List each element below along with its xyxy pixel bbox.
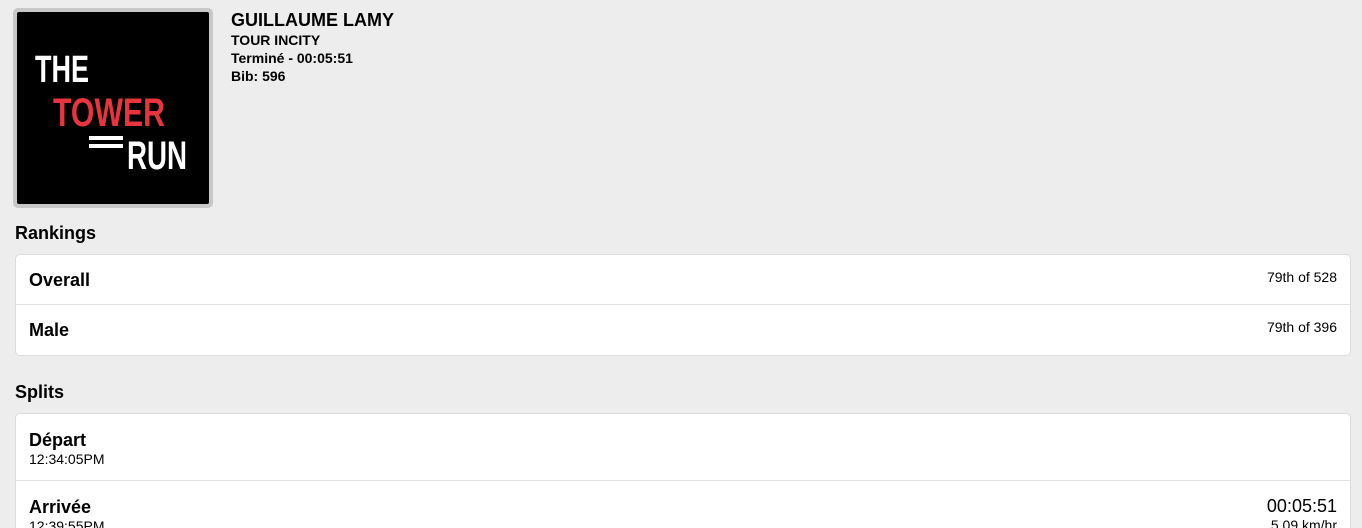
- ranking-value: 79th of 528: [1266, 269, 1337, 285]
- finish-status: Terminé - 00:05:51: [231, 50, 353, 66]
- splits-card: Départ 12:34:05PM Arrivée 12:39:55PM 00:…: [15, 413, 1351, 528]
- logo-text-the: THE: [35, 49, 89, 91]
- ranking-label: Overall: [29, 270, 91, 290]
- athlete-name: GUILLAUME LAMY: [231, 10, 394, 30]
- logo-bar-top: [89, 136, 123, 140]
- logo-text-tower: TOWER: [53, 91, 165, 135]
- athlete-info: GUILLAUME LAMY TOUR INCITY Terminé - 00:…: [231, 9, 394, 85]
- split-time: 12:34:05PM: [29, 451, 105, 467]
- ranking-row-male: Male 79th of 396: [16, 305, 1350, 355]
- event-logo: THE TOWER RUN: [17, 12, 209, 204]
- logo-bar-bottom: [89, 144, 123, 148]
- splits-heading: Splits: [15, 382, 65, 402]
- split-duration: 00:05:51: [1266, 496, 1337, 516]
- split-row-arrivee: Arrivée 12:39:55PM 00:05:51 5.09 km/hr: [16, 481, 1350, 528]
- split-speed: 5.09 km/hr: [1270, 517, 1337, 528]
- split-time: 12:39:55PM: [29, 518, 105, 528]
- bib-number: Bib: 596: [231, 68, 286, 84]
- event-name: TOUR INCITY: [231, 32, 321, 48]
- split-label: Arrivée: [29, 497, 92, 517]
- results-page: THE TOWER RUN GUILLAUME LAMY TOUR INCITY…: [0, 0, 1362, 528]
- rankings-card: Overall 79th of 528 Male 79th of 396: [15, 254, 1351, 356]
- split-row-depart: Départ 12:34:05PM: [16, 414, 1350, 481]
- rankings-heading: Rankings: [15, 223, 97, 243]
- ranking-value: 79th of 396: [1266, 319, 1337, 335]
- ranking-label: Male: [29, 320, 70, 340]
- tower-run-logo-icon: THE TOWER RUN: [35, 49, 187, 178]
- logo-text-run: RUN: [127, 134, 187, 178]
- ranking-row-overall: Overall 79th of 528: [16, 255, 1350, 305]
- event-logo-frame: THE TOWER RUN: [13, 8, 213, 208]
- split-label: Départ: [29, 430, 87, 450]
